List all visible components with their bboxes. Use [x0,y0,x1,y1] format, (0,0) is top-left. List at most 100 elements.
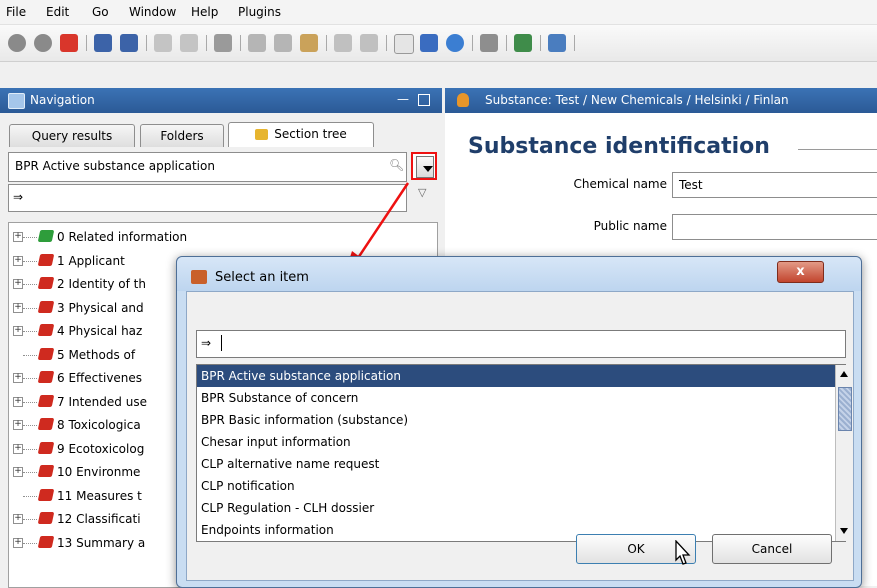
tree-item-label: 5 Methods of [57,347,136,362]
tree-filter-input[interactable]: ⇒ [8,184,407,212]
list-item-label: CLP notification [201,479,295,493]
dialog-app-icon [191,270,207,284]
back-icon[interactable] [8,34,26,52]
paste-icon[interactable] [300,34,318,52]
tree-item-label: 9 Ecotoxicolog [57,441,145,456]
list-item[interactable]: BPR Substance of concern [197,387,835,409]
close-button[interactable]: x [777,261,824,283]
dossier-type-dropdown-button[interactable] [411,152,437,180]
expand-icon[interactable]: + [13,255,23,266]
magnifier-icon[interactable]: 🔍︎ [389,158,404,172]
tree-connector [23,401,37,403]
chemical-name-field[interactable]: Test [672,172,877,198]
item-list: BPR Active substance application BPR Subs… [196,364,853,542]
list-item-label: Endpoints information [201,523,334,537]
filter-icon: ⇒ [201,336,212,350]
search-icon[interactable] [514,34,532,52]
expand-icon[interactable]: + [13,420,23,430]
tree-item-label: 8 Toxicologica [57,418,141,432]
cancel-button[interactable]: Cancel [712,534,832,564]
tree-item-label: 1 Applicant [57,253,125,268]
section-book-icon [37,230,55,242]
link-icon[interactable] [480,34,498,52]
expand-icon[interactable]: + [13,396,23,407]
section-book-icon [37,300,55,313]
redo-icon[interactable] [360,34,378,52]
list-item-label: BPR Active substance application [201,369,401,383]
tree-connector [23,237,37,238]
dialog-search-input[interactable]: ⇒ [196,330,846,358]
save-icon[interactable] [94,34,112,52]
expand-icon[interactable]: + [13,232,23,242]
section-divider [798,149,877,150]
list-item[interactable]: BPR Basic information (substance) [197,409,835,431]
tree-connector [23,425,37,426]
copy-icon[interactable] [274,34,292,52]
section-book-icon [37,347,55,360]
help-icon[interactable] [446,34,464,52]
list-scrollbar[interactable] [835,365,853,541]
minimize-icon[interactable]: — [397,92,409,106]
section-book-icon [37,465,55,477]
menu-go[interactable]: Go [92,5,109,19]
cut-icon[interactable] [248,34,266,52]
public-name-label: Public name [593,219,667,233]
chevron-down-icon [423,166,433,172]
menu-plugins[interactable]: Plugins [238,5,281,19]
tab-folders[interactable]: Folders [140,124,224,147]
scroll-down-icon[interactable] [840,528,848,534]
tree-connector [23,354,37,356]
tab-section-tree[interactable]: Section tree [228,122,374,147]
list-item[interactable]: BPR Active substance application [197,365,835,387]
scrollbar-thumb[interactable] [838,387,852,431]
menu-help[interactable]: Help [191,5,218,19]
tree-item-label: 6 Effectivenes [57,371,143,385]
menu-file[interactable]: File [6,5,26,19]
expand-icon[interactable]: + [13,443,23,454]
toolbar-separator [146,35,147,51]
expand-icon[interactable]: + [13,279,23,289]
tree-item-label: 0 Related information [57,230,188,244]
menu-edit[interactable]: Edit [46,5,69,19]
expand-icon[interactable]: + [13,373,23,383]
list-item-label: BPR Basic information (substance) [201,413,409,427]
dossier-type-field[interactable]: BPR Active substance application 🔍︎ [8,152,407,182]
tree-connector [23,472,37,473]
info-icon[interactable] [420,34,438,52]
preview-icon[interactable] [180,34,198,52]
collapse-arrow-icon[interactable]: ▽ [418,186,426,199]
expand-icon[interactable]: + [13,302,23,313]
forward-icon[interactable] [34,34,52,52]
new-document-icon[interactable] [394,34,414,54]
scroll-up-icon[interactable] [840,371,848,377]
list-item[interactable]: Chesar input information [197,431,835,453]
expand-icon[interactable]: + [13,537,23,548]
section-book-icon [37,253,55,266]
home-icon[interactable] [60,34,78,52]
list-item[interactable]: CLP notification [197,475,835,497]
menu-window[interactable]: Window [129,5,176,19]
undo-icon[interactable] [334,34,352,52]
section-book-icon [37,371,55,383]
expand-icon[interactable]: + [13,326,23,336]
section-book-icon [37,277,55,289]
list-item-label: CLP Regulation - CLH dossier [201,501,375,515]
tab-query-results[interactable]: Query results [9,124,135,147]
toolbar-separator [574,35,575,51]
tree-item[interactable]: +0 Related information [9,227,429,248]
toolbar-separator [540,35,541,51]
edit-icon[interactable] [154,34,172,52]
expand-icon[interactable]: + [13,467,23,477]
public-name-field[interactable] [672,214,877,240]
section-book-icon [37,394,55,407]
list-item[interactable]: CLP alternative name request [197,453,835,475]
tab-section-tree-label: Section tree [274,127,347,141]
navigation-panel-header: Navigation — [0,88,442,113]
list-item[interactable]: CLP Regulation - CLH dossier [197,497,835,519]
save-all-icon[interactable] [120,34,138,52]
maximize-icon[interactable] [418,94,430,106]
validate-icon[interactable] [548,34,566,52]
print-icon[interactable] [214,34,232,52]
section-title: Substance identification [468,134,770,159]
expand-icon[interactable]: + [13,514,23,524]
